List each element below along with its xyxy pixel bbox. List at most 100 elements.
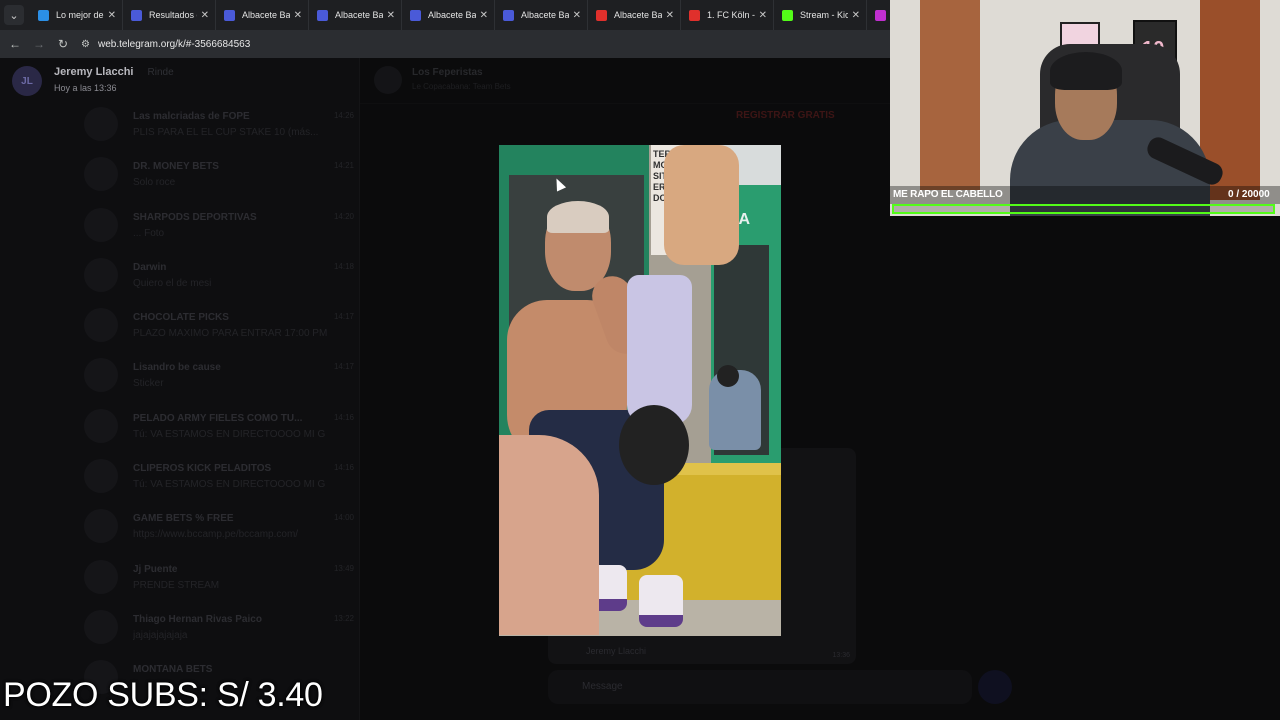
chat-list-item[interactable]: PELADO ARMY FIELES COMO TU... 14:16 Tú: VA… (84, 405, 354, 455)
mic-icon[interactable] (978, 670, 1012, 704)
tab-close-icon[interactable]: ✕ (573, 10, 581, 21)
tab-list: Lo mejor del ✕ Resultados d ✕ Albacete Bal ✕ A… (30, 0, 907, 30)
browser-tab[interactable]: Albacete Bal ✕ (402, 0, 495, 30)
browser-tab[interactable]: Albacete Bal ✕ (309, 0, 402, 30)
tab-close-icon[interactable]: ✕ (201, 10, 209, 21)
message-date: Hoy a las 13:36 (54, 83, 117, 93)
tab-title: Albacete Bal (335, 10, 383, 20)
browser-tab[interactable]: Stream - Kic ✕ (774, 0, 867, 30)
chat-text: Las malcriadas de FOPE 14:26 PLIS PARA EL … (133, 103, 354, 138)
chat-list-item[interactable]: SHARPODS DEPORTIVAS 14:20 ... Foto (84, 204, 354, 254)
chat-list-item[interactable]: Darwin 14:18 Quiero el de mesi (84, 254, 354, 304)
chat-time: 14:18 (333, 261, 354, 271)
tab-favicon-icon (131, 9, 142, 21)
browser-tab[interactable]: Albacete Bal ✕ (588, 0, 681, 30)
chat-time: 14:17 (333, 362, 354, 372)
photo-towel (664, 145, 739, 265)
tab-close-icon[interactable]: ✕ (759, 10, 767, 21)
site-info-icon[interactable]: ⚙ (81, 39, 90, 50)
chat-avatar (84, 107, 118, 141)
chat-time: 14:21 (333, 161, 354, 171)
browser-tab[interactable]: Resultados d ✕ (123, 0, 216, 30)
sub-goal-progress (892, 204, 1275, 214)
chat-avatar (84, 459, 118, 494)
chat-text: DR. MONEY BETS 14:21 Solo roce (133, 153, 354, 188)
chat-row-top: Lisandro be cause 14:17 (133, 362, 354, 373)
chat-row-top: GAME BETS % FREE 14:00 (133, 513, 354, 524)
chat-preview: ... Foto (133, 227, 165, 239)
tab-title: 1. FC Köln - (707, 10, 755, 20)
chat-list-item[interactable]: Las malcriadas de FOPE 14:26 PLIS PARA EL … (84, 103, 354, 153)
chat-name: Lisandro be cause (133, 362, 221, 374)
chat-preview: Tú: VA ESTAMOS EN DIRECTOOOO MI G (133, 479, 326, 491)
chat-avatar (84, 559, 118, 594)
tab-close-icon[interactable]: ✕ (387, 10, 395, 21)
pozo-subs-caption: POZO SUBS: S/ 3.40 (3, 676, 323, 714)
author-name[interactable]: Jeremy Llacchi (54, 66, 134, 78)
chat-row-top: PELADO ARMY FIELES COMO TU... 14:16 (133, 413, 354, 424)
join-button[interactable]: REGISTRAR GRATIS (736, 110, 835, 121)
tab-close-icon[interactable]: ✕ (294, 10, 302, 21)
tab-favicon-icon (596, 9, 607, 21)
chat-preview: jajajajajajaja (133, 629, 188, 641)
chat-sidebar: Las malcriadas de FOPE 14:26 PLIS PARA EL … (0, 58, 360, 720)
chat-avatar (84, 157, 118, 192)
chat-preview: https://www.bccamp.pe/bccamp.com/ (133, 529, 299, 541)
chat-name: MONTANA BETS (133, 664, 213, 676)
chat-text: PELADO ARMY FIELES COMO TU... 14:16 Tú: VA… (133, 405, 354, 440)
chat-preview: Tú: VA ESTAMOS EN DIRECTOOOO MI G (133, 428, 326, 440)
webcam-door-left (920, 0, 980, 190)
tab-close-icon[interactable]: ✕ (480, 10, 488, 21)
chat-avatar (84, 207, 118, 242)
chat-list-item[interactable]: Jj Puente 13:49 PRENDE STREAM (84, 556, 354, 606)
chat-text: Lisandro be cause 14:17 Sticker (133, 354, 354, 389)
sub-goal-count: 0 / 20000 (1228, 189, 1270, 200)
chat-name: GAME BETS % FREE (133, 513, 234, 525)
webcam-overlay: 10 ME RAPO EL CABELLO 0 / 20000 (890, 0, 1280, 216)
chat-text: SHARPODS DEPORTIVAS 14:20 ... Foto (133, 204, 354, 239)
chat-preview: Solo roce (133, 177, 176, 189)
sub-goal-label: ME RAPO EL CABELLO (893, 189, 1003, 200)
photo-shirt (627, 275, 692, 425)
chat-preview: PRENDE STREAM (133, 579, 220, 591)
browser-tab[interactable]: Albacete Bal ✕ (495, 0, 588, 30)
chat-time: 13:22 (333, 613, 354, 623)
tab-close-icon[interactable]: ✕ (666, 10, 674, 21)
chat-row-top: SHARPODS DEPORTIVAS 14:20 (133, 212, 354, 223)
media-viewer-author[interactable]: JL Jeremy Llacchi Hoy a las 13:36 Rinde (12, 66, 174, 96)
back-arrow-icon[interactable]: ← (3, 37, 27, 51)
chat-name: Thiago Hernan Rivas Paico (133, 613, 262, 625)
chat-list-item[interactable]: DR. MONEY BETS 14:21 Solo roce (84, 153, 354, 203)
chat-row-top: Las malcriadas de FOPE 14:26 (133, 111, 354, 122)
chat-preview: Sticker (133, 378, 164, 390)
tab-favicon-icon (410, 9, 421, 21)
reload-icon[interactable]: ↻ (51, 37, 75, 51)
media-photo[interactable]: DA TERRES MOR SITA ERA DOS (499, 145, 781, 636)
chat-list-item[interactable]: Thiago Hernan Rivas Paico 13:22 jajajajaja… (84, 606, 354, 656)
omnibox[interactable]: ⚙ web.telegram.org/k/#-3566684563 (81, 39, 250, 50)
message-composer[interactable]: Message (548, 670, 972, 704)
chat-preview: PLIS PARA EL EL CUP STAKE 10 (más... (133, 127, 319, 138)
tab-close-icon[interactable]: ✕ (852, 10, 860, 21)
forward-arrow-icon[interactable]: → (27, 37, 51, 51)
browser-tab[interactable]: 1. FC Köln - ✕ (681, 0, 774, 30)
chat-name: SHARPODS DEPORTIVAS (133, 211, 257, 223)
tab-favicon-icon (689, 9, 700, 21)
chat-time: 14:00 (333, 513, 354, 523)
chat-list-item[interactable]: GAME BETS % FREE 14:00 https://www.bccamp.… (84, 505, 354, 555)
chat-avatar (374, 66, 402, 94)
author-avatar[interactable]: JL (12, 66, 42, 96)
url-text[interactable]: web.telegram.org/k/#-3566684563 (98, 39, 250, 50)
viewer-back-label[interactable]: Rinde (148, 67, 174, 78)
chat-text: Thiago Hernan Rivas Paico 13:22 jajajajaja… (133, 606, 354, 641)
chat-list: Las malcriadas de FOPE 14:26 PLIS PARA EL … (84, 103, 354, 707)
chat-list-item[interactable]: Lisandro be cause 14:17 Sticker (84, 354, 354, 404)
chat-row-top: DR. MONEY BETS 14:21 (133, 161, 354, 172)
tab-title: Albacete Bal (242, 10, 290, 20)
chat-list-item[interactable]: CLIPEROS KICK PELADITOS 14:16 Tú: VA ESTAM… (84, 455, 354, 505)
chat-list-item[interactable]: CHOCOLATE PICKS 14:17 PLAZO MAXIMO PARA EN… (84, 304, 354, 354)
tab-search-chevron-icon[interactable]: ⌄ (4, 5, 24, 25)
browser-tab[interactable]: Lo mejor del ✕ (30, 0, 123, 30)
tab-close-icon[interactable]: ✕ (108, 10, 116, 21)
browser-tab[interactable]: Albacete Bal ✕ (216, 0, 309, 30)
